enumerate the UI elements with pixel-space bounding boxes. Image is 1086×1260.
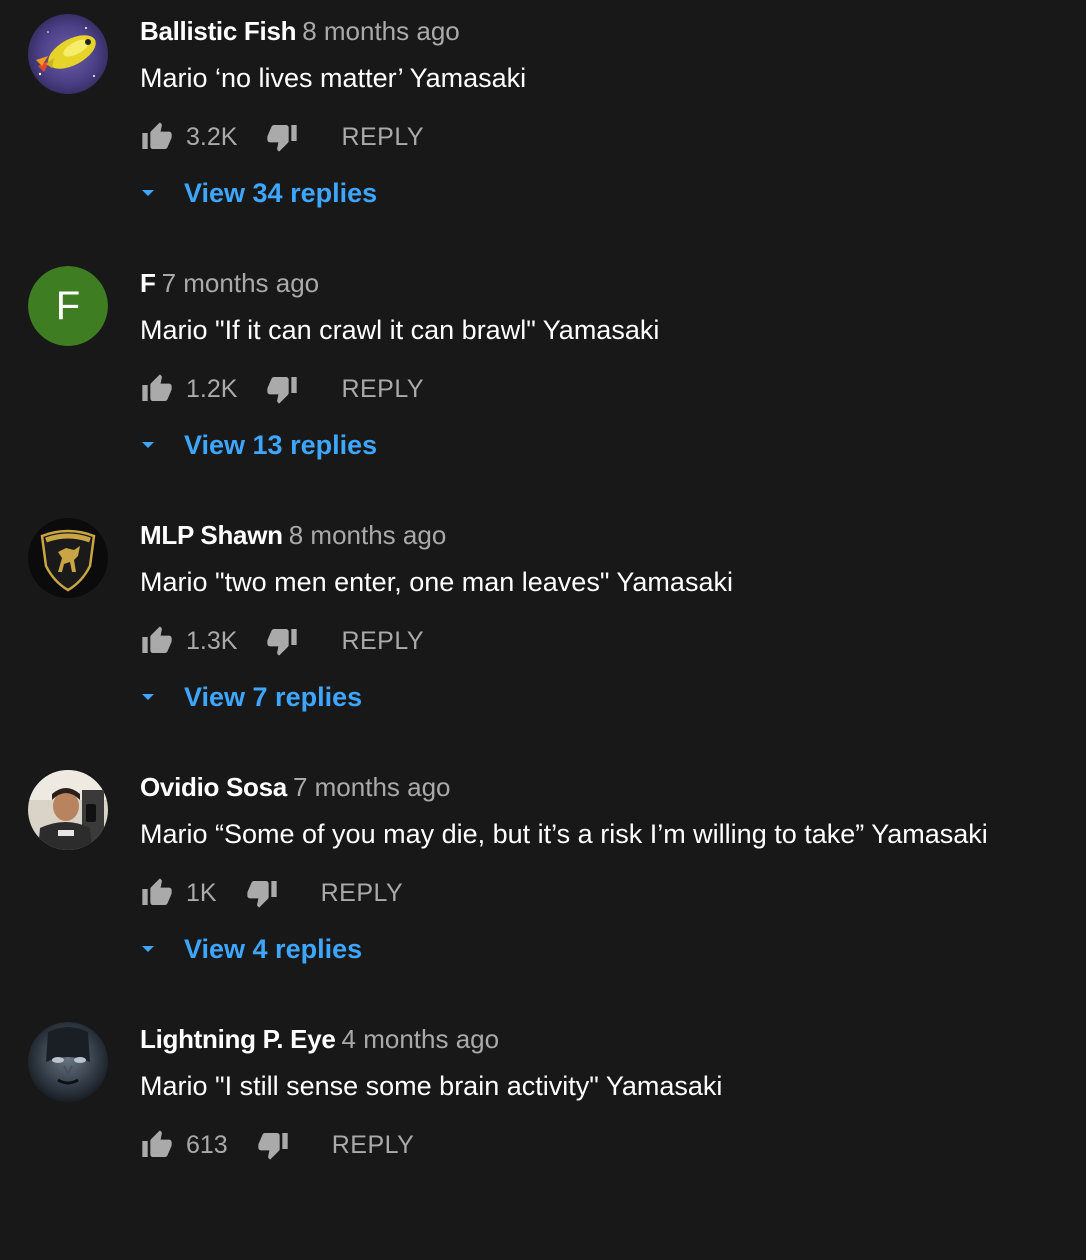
dark-face-avatar-icon [28, 1022, 108, 1102]
caret-down-icon [140, 930, 160, 968]
view-replies-label: View 7 replies [184, 681, 363, 712]
comment-text: Mario ‘no lives matter’ Yamasaki [140, 63, 527, 93]
thumbs-down-icon [267, 629, 298, 656]
view-replies-button[interactable]: View 13 replies [140, 426, 1066, 464]
comment-author[interactable]: Ovidio Sosa [140, 772, 287, 802]
like-button[interactable] [140, 876, 174, 910]
like-button[interactable] [140, 372, 174, 406]
reply-button[interactable]: REPLY [341, 371, 424, 407]
caret-down-icon [140, 174, 160, 212]
reply-button[interactable]: REPLY [321, 875, 404, 911]
like-button[interactable] [140, 1128, 174, 1162]
avatar[interactable] [28, 14, 108, 94]
comment-actions: 1K REPLY [140, 875, 1066, 911]
dislike-button[interactable] [256, 1128, 290, 1162]
lamborghini-shield-avatar-icon [28, 518, 108, 598]
avatar[interactable] [28, 518, 108, 598]
comment-actions: 1.2K REPLY [140, 371, 1066, 407]
reply-button[interactable]: REPLY [341, 623, 424, 659]
like-count: 3.2K [186, 123, 238, 151]
letter-avatar: F [28, 266, 108, 346]
comment-thread: Ovidio Sosa 7 months ago Mario “Some of y… [0, 756, 1086, 1008]
comment-author[interactable]: MLP Shawn [140, 520, 283, 550]
comment-thread: Lightning P. Eye 4 months ago Mario "I st… [0, 1008, 1086, 1260]
dislike-button[interactable] [265, 624, 299, 658]
dislike-button[interactable] [265, 120, 299, 154]
comment-time[interactable]: 7 months ago [162, 268, 320, 298]
view-replies-button[interactable]: View 4 replies [140, 930, 1066, 968]
view-replies-button[interactable]: View 7 replies [140, 678, 1066, 716]
comment-header: MLP Shawn 8 months ago [140, 516, 1066, 554]
caret-down-icon [140, 426, 160, 464]
comment-thread: Ballistic Fish 8 months ago Mario ‘no liv… [0, 0, 1086, 252]
comment-author[interactable]: Lightning P. Eye [140, 1024, 336, 1054]
comment-actions: 3.2K REPLY [140, 119, 1066, 155]
comment-header: F7 months ago [140, 264, 1066, 302]
dislike-button[interactable] [245, 876, 279, 910]
thumbs-down-icon [258, 1133, 288, 1160]
thumbs-up-icon [142, 1130, 172, 1157]
like-count: 1K [186, 879, 217, 907]
comment-header: Ovidio Sosa 7 months ago [140, 768, 1066, 806]
comment-time[interactable]: 8 months ago [302, 16, 460, 46]
comment-header: Lightning P. Eye 4 months ago [140, 1020, 1066, 1058]
comments-list: Ballistic Fish 8 months ago Mario ‘no liv… [0, 0, 1086, 1260]
comment-text: Mario "two men enter, one man leaves" Ya… [140, 567, 733, 597]
like-count: 1.3K [186, 627, 238, 655]
like-button[interactable] [140, 120, 174, 154]
comment-thread: MLP Shawn 8 months ago Mario "two men ent… [0, 504, 1086, 756]
caret-down-icon [140, 678, 160, 716]
avatar[interactable] [28, 770, 108, 850]
like-button[interactable] [140, 624, 174, 658]
comment-actions: 613 REPLY [140, 1127, 1066, 1163]
reply-button[interactable]: REPLY [332, 1127, 415, 1163]
comment-body: Ovidio Sosa 7 months ago Mario “Some of y… [140, 768, 1066, 968]
person-photo-avatar-icon [28, 770, 108, 850]
comment-body: Lightning P. Eye 4 months ago Mario "I st… [140, 1020, 1066, 1163]
thumbs-up-icon [142, 878, 172, 905]
comment-time[interactable]: 8 months ago [289, 520, 447, 550]
thumbs-down-icon [267, 377, 298, 404]
comment-body: Ballistic Fish 8 months ago Mario ‘no liv… [140, 12, 1066, 212]
fish-avatar-icon [28, 14, 108, 94]
like-count: 613 [186, 1131, 228, 1159]
reply-button[interactable]: REPLY [341, 119, 424, 155]
view-replies-label: View 13 replies [184, 429, 378, 460]
comment-body: F7 months ago Mario "If it can crawl it … [140, 264, 1066, 464]
comment-author[interactable]: Ballistic Fish [140, 16, 296, 46]
thumbs-down-icon [246, 881, 277, 908]
thumbs-up-icon [142, 374, 172, 401]
like-count: 1.2K [186, 375, 238, 403]
comment-body: MLP Shawn 8 months ago Mario "two men ent… [140, 516, 1066, 716]
comment-author[interactable]: F [140, 268, 156, 298]
thumbs-up-icon [142, 122, 172, 149]
thumbs-up-icon [142, 626, 172, 653]
thumbs-down-icon [267, 125, 298, 152]
comment-thread: F F7 months ago Mario "If it can crawl i… [0, 252, 1086, 504]
dislike-button[interactable] [265, 372, 299, 406]
comment-header: Ballistic Fish 8 months ago [140, 12, 1066, 50]
comment-text: Mario "I still sense some brain activity… [140, 1071, 723, 1101]
comment-time[interactable]: 7 months ago [293, 772, 451, 802]
avatar[interactable]: F [28, 266, 108, 346]
comment-text: Mario "If it can crawl it can brawl" Yam… [140, 315, 660, 345]
comment-text: Mario “Some of you may die, but it’s a r… [140, 819, 988, 849]
avatar[interactable] [28, 1022, 108, 1102]
comment-actions: 1.3K REPLY [140, 623, 1066, 659]
comment-time[interactable]: 4 months ago [342, 1024, 500, 1054]
view-replies-button[interactable]: View 34 replies [140, 174, 1066, 212]
view-replies-label: View 4 replies [184, 933, 363, 964]
view-replies-label: View 34 replies [184, 177, 378, 208]
